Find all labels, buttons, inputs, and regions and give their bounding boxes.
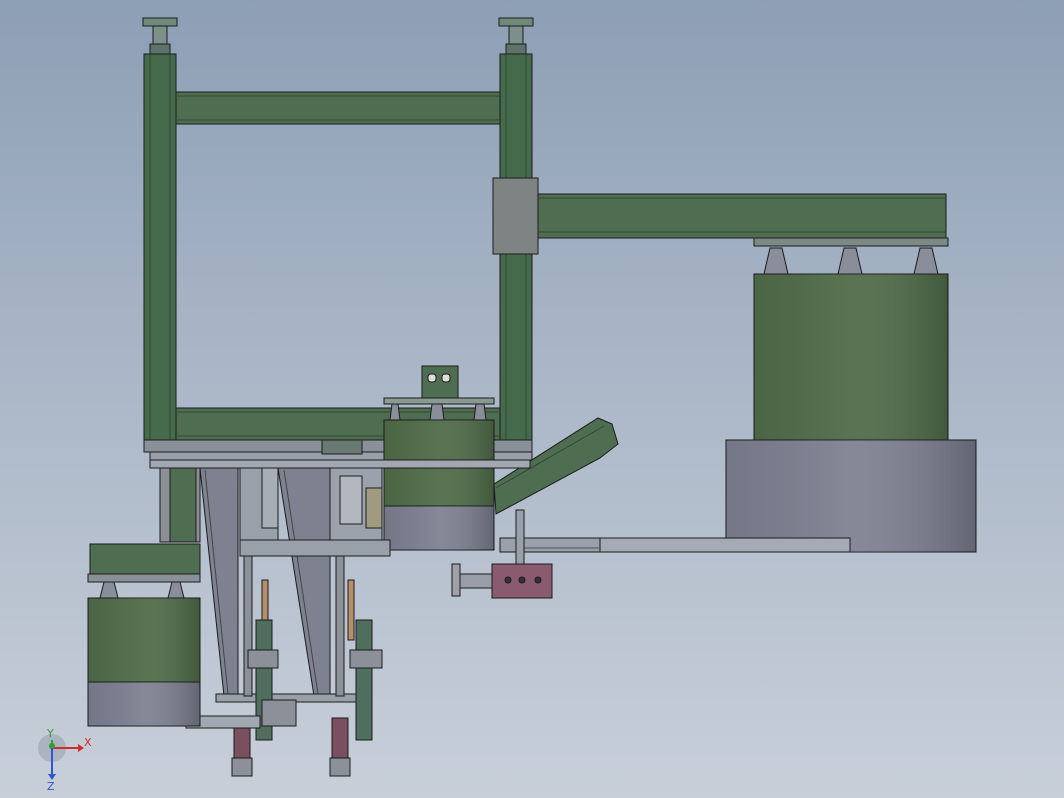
cone-2[interactable] bbox=[837, 247, 863, 275]
cone-1[interactable] bbox=[763, 247, 789, 275]
x-axis-label: X bbox=[84, 736, 92, 749]
cad-viewport[interactable]: X Y Z bbox=[0, 0, 1064, 798]
top-frame[interactable] bbox=[142, 17, 534, 461]
nozzle-right[interactable] bbox=[331, 717, 349, 763]
assembly-model[interactable]: X Y Z bbox=[0, 0, 1064, 798]
slide-rail[interactable] bbox=[499, 537, 851, 553]
leveling-foot-right[interactable] bbox=[498, 17, 534, 27]
side-plate-center[interactable] bbox=[277, 467, 331, 697]
leveling-foot-left[interactable] bbox=[142, 17, 178, 27]
cone-3[interactable] bbox=[913, 247, 939, 275]
arm-mount-bracket[interactable] bbox=[492, 177, 539, 255]
left-cylinder-unit[interactable] bbox=[87, 543, 201, 727]
arm-beam[interactable] bbox=[537, 193, 947, 239]
small-cylinder-unit[interactable] bbox=[383, 365, 495, 551]
large-cylinder-unit[interactable] bbox=[725, 273, 977, 553]
side-plate-left[interactable] bbox=[199, 467, 239, 697]
right-arm[interactable] bbox=[492, 177, 949, 275]
frame-beam-top[interactable] bbox=[175, 91, 501, 125]
coordinate-triad: X Y Z bbox=[38, 727, 92, 793]
z-axis-label: Z bbox=[47, 780, 55, 793]
motor-box[interactable] bbox=[421, 365, 459, 399]
piston-right[interactable] bbox=[355, 619, 373, 741]
y-axis-label: Y bbox=[46, 727, 54, 740]
frame-post-left[interactable] bbox=[143, 53, 177, 453]
spring-right[interactable] bbox=[347, 579, 355, 641]
